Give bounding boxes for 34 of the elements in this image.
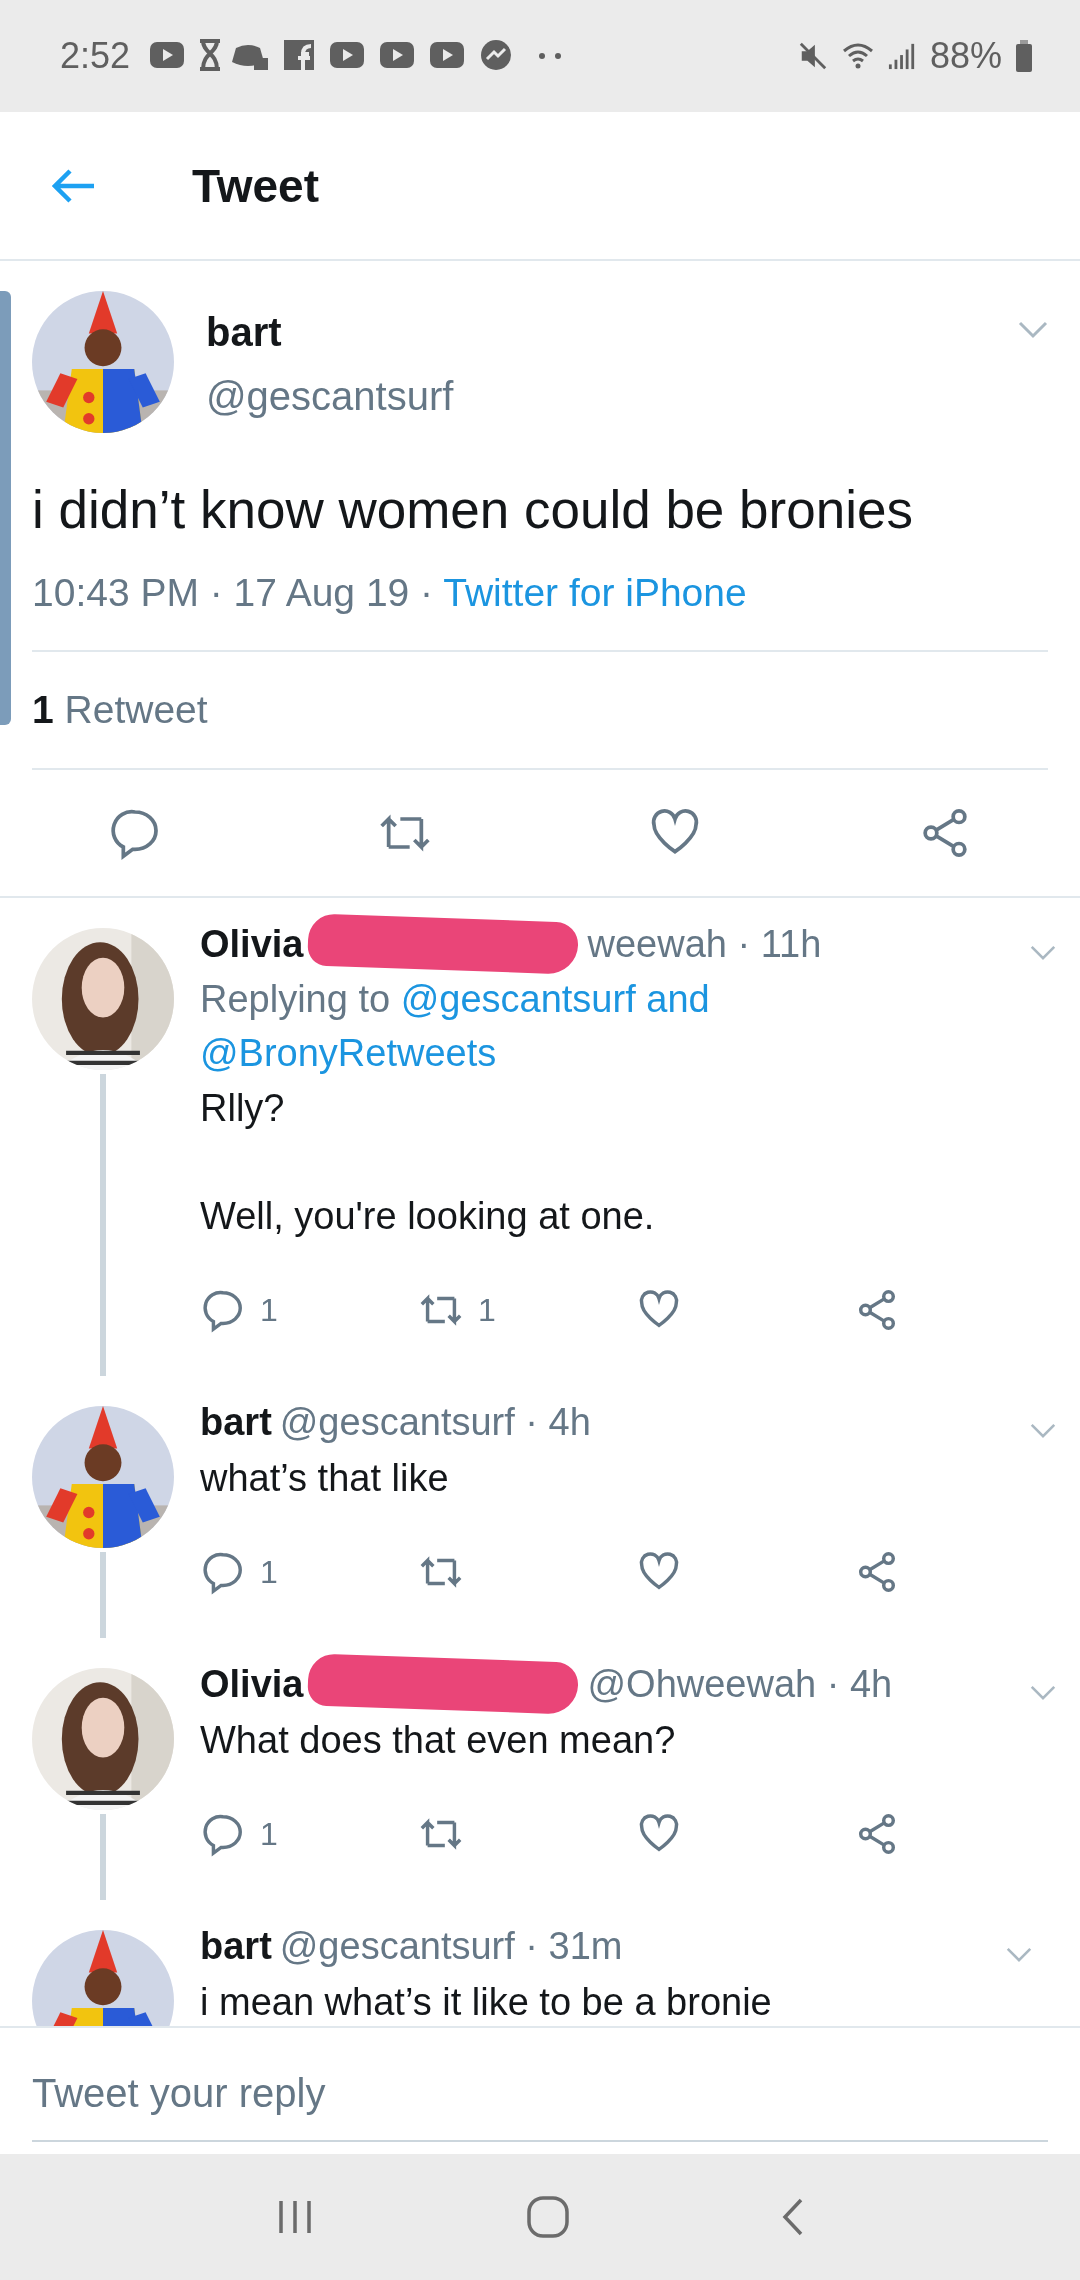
- handle-time: @gescantsurf · 31m: [279, 1924, 623, 1968]
- retweet-count[interactable]: 1 Retweet: [32, 652, 1048, 768]
- reply-text: Rlly?: [200, 1086, 286, 1131]
- back-icon[interactable]: [780, 2197, 805, 2237]
- edge-panel-handle[interactable]: [0, 291, 11, 725]
- replying-to: Replying to @gescantsurf and @BronyRetweets: [200, 977, 711, 1076]
- battery-percent: 88%: [929, 35, 1002, 77]
- home-icon[interactable]: [526, 2195, 570, 2239]
- author-name[interactable]: bart: [200, 1400, 272, 1444]
- wifi-icon: [841, 42, 874, 70]
- author-name[interactable]: bart: [206, 305, 454, 359]
- retweet-count: 1: [478, 1291, 496, 1329]
- page-title: Tweet: [192, 158, 319, 213]
- clock-time: 2:52: [60, 35, 131, 77]
- back-arrow-icon[interactable]: [52, 167, 96, 204]
- reply-count: 1: [260, 1553, 278, 1591]
- author-name[interactable]: bart: [200, 1924, 272, 1968]
- author-name[interactable]: Olivia: [200, 922, 304, 966]
- reply-text: What does that even mean?: [200, 1718, 677, 1763]
- handle-time: weewah · 11h: [587, 922, 822, 966]
- tweet-meta: 10:43 PM · 17 Aug 19 · Twitter for iPhone: [32, 571, 748, 615]
- handle-time: @gescantsurf · 4h: [279, 1400, 591, 1444]
- reply-count: 1: [260, 1291, 278, 1329]
- reply-text: Well, you're looking at one.: [200, 1194, 656, 1239]
- reply-count: 1: [260, 1815, 278, 1853]
- signal-icon: [887, 41, 916, 71]
- mute-icon: [797, 41, 828, 71]
- author-handle[interactable]: @gescantsurf: [206, 369, 454, 423]
- tweet-text: i didn’t know women could be bronies: [32, 479, 914, 541]
- battery-icon: [1016, 40, 1032, 72]
- reply-text: i mean what’s it like to be a bronie: [200, 1980, 773, 2025]
- reply-text: what’s that like: [200, 1456, 450, 1501]
- handle-time: @Ohweewah · 4h: [587, 1662, 893, 1706]
- author-name[interactable]: Olivia: [200, 1662, 304, 1706]
